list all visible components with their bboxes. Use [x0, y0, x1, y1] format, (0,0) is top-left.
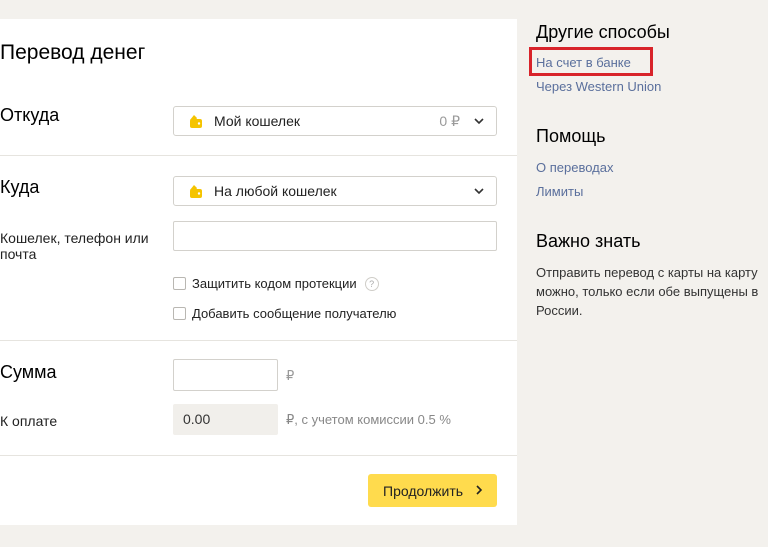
- recipient-label: Кошелек, телефон или почта: [0, 230, 149, 262]
- limits-link[interactable]: Лимиты: [536, 184, 583, 199]
- to-label: Куда: [0, 177, 40, 197]
- protect-code-label: Защитить кодом протекции: [192, 276, 357, 291]
- other-methods-title: Другие способы: [536, 22, 670, 42]
- western-union-link[interactable]: Через Western Union: [536, 79, 661, 94]
- pay-amount: 0.00: [173, 404, 278, 435]
- continue-label: Продолжить: [383, 483, 464, 499]
- to-select[interactable]: На любой кошелек: [173, 176, 497, 206]
- commission-note: ₽, с учетом комиссии 0.5 %: [286, 412, 451, 427]
- protect-code-option[interactable]: Защитить кодом протекции ?: [173, 276, 379, 291]
- from-label: Откуда: [0, 105, 60, 125]
- divider: [0, 155, 517, 156]
- help-icon[interactable]: ?: [364, 276, 379, 291]
- message-checkbox[interactable]: [173, 307, 186, 320]
- recipient-input[interactable]: [173, 221, 497, 251]
- sum-input[interactable]: [173, 359, 278, 391]
- help-title: Помощь: [536, 126, 606, 146]
- chevron-down-icon: [474, 188, 484, 195]
- from-select[interactable]: Мой кошелек 0 ₽: [173, 106, 497, 136]
- divider: [0, 455, 517, 456]
- wallet-icon: [190, 185, 202, 198]
- about-transfers-link[interactable]: О переводах: [536, 160, 613, 175]
- transfer-form-card: Перевод денег Откуда Мой кошелек 0 ₽ Куд…: [0, 19, 517, 525]
- bank-account-link[interactable]: На счет в банке: [536, 55, 631, 70]
- message-option[interactable]: Добавить сообщение получателю: [173, 306, 396, 321]
- chevron-down-icon: [474, 118, 484, 125]
- sum-label: Сумма: [0, 362, 57, 382]
- to-select-value: На любой кошелек: [214, 183, 337, 199]
- important-title: Важно знать: [536, 231, 641, 251]
- chevron-right-icon: [476, 485, 483, 495]
- important-text: Отправить перевод с карты на карту можно…: [536, 265, 759, 318]
- wallet-icon: [190, 115, 202, 128]
- currency-symbol: ₽: [286, 368, 295, 383]
- divider: [0, 340, 517, 341]
- pay-label: К оплате: [0, 413, 58, 429]
- message-label: Добавить сообщение получателю: [192, 306, 397, 321]
- page-title: Перевод денег: [0, 41, 146, 64]
- protect-code-checkbox[interactable]: [173, 277, 186, 290]
- from-select-value: Мой кошелек: [214, 113, 301, 129]
- wallet-balance: 0 ₽: [439, 113, 460, 129]
- continue-button[interactable]: Продолжить: [368, 474, 497, 507]
